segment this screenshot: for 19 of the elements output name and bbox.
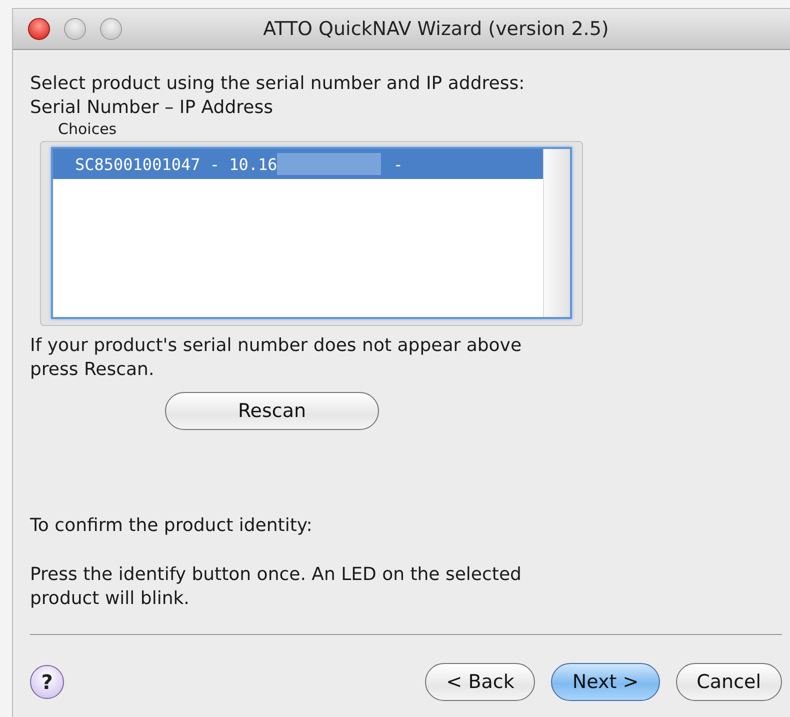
minimize-icon[interactable] — [64, 18, 86, 40]
instruction-text: Select product using the serial number and IP address: — [30, 72, 526, 96]
list-heading: Serial Number – IP Address — [30, 96, 274, 120]
zoom-icon[interactable] — [100, 18, 122, 40]
item-text: SC85001001047 - 10.16 — [75, 154, 278, 174]
item-text: - — [393, 154, 403, 174]
rescan-hint: If your product's serial number does not appear above press Rescan. — [30, 334, 523, 382]
wizard-button[interactable]: Cancel — [676, 663, 782, 701]
confirm-text: Press the identify button once. An LED on the selected product will blink. — [30, 563, 522, 611]
rescan-button[interactable]: Rescan — [165, 392, 379, 430]
wizard-button[interactable]: < Back — [425, 663, 536, 701]
list-item[interactable]: SC85001001047 - 10.16 - — [53, 149, 543, 179]
help-button[interactable]: ? — [30, 665, 64, 699]
group-label: Choices — [57, 120, 117, 139]
wizard-button[interactable]: Next > — [551, 663, 660, 701]
confirm-heading: To confirm the product identity: — [30, 514, 314, 538]
window-title: ATTO QuickNAV Wizard (version 2.5) — [263, 18, 609, 40]
close-icon[interactable] — [28, 18, 50, 40]
scroll-bar[interactable] — [543, 149, 570, 317]
